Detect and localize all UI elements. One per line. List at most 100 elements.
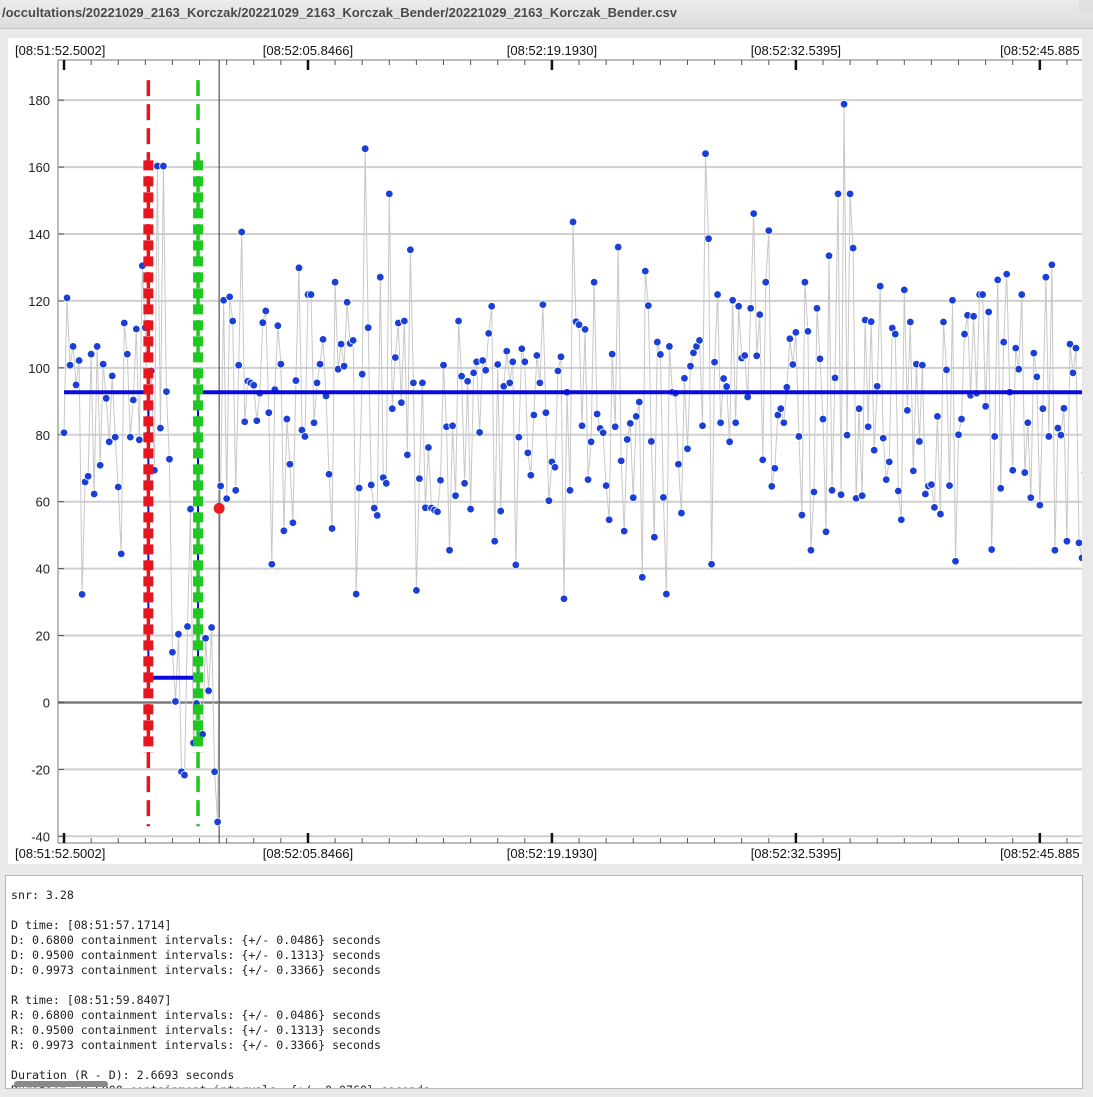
data-point — [373, 511, 382, 520]
horizontal-scrollbar[interactable] — [14, 1081, 108, 1087]
data-point — [613, 242, 623, 252]
data-point — [550, 463, 560, 472]
data-point — [821, 527, 831, 537]
data-point — [228, 316, 237, 326]
data-point — [580, 325, 590, 334]
data-point — [231, 486, 240, 495]
data-point — [68, 342, 78, 351]
data-point — [659, 493, 668, 502]
data-point — [526, 471, 536, 480]
data-point — [936, 509, 945, 519]
data-point — [939, 317, 948, 327]
data-point — [845, 189, 855, 199]
data-point — [761, 277, 770, 287]
data-point — [225, 292, 234, 302]
data-point — [701, 149, 710, 158]
x-tick-label-bottom: [08:52:05.8466] — [263, 846, 353, 861]
data-point — [617, 456, 626, 466]
data-point — [930, 503, 939, 512]
x-tick-label-bottom: [08:51:52.5002] — [15, 846, 105, 861]
data-point — [969, 312, 978, 321]
data-point — [273, 321, 283, 330]
data-point — [812, 304, 822, 313]
data-point — [168, 648, 177, 657]
data-point — [285, 460, 295, 469]
data-point — [454, 316, 463, 326]
data-point — [264, 408, 274, 417]
data-point — [412, 586, 421, 595]
report-line: D time: [08:51:57.1714] — [11, 918, 172, 932]
data-point — [1068, 368, 1078, 378]
data-point — [306, 290, 316, 299]
data-point — [653, 337, 662, 347]
data-point — [728, 296, 737, 305]
data-point — [1035, 500, 1045, 510]
data-point — [686, 361, 695, 371]
data-point — [1038, 404, 1048, 413]
data-point — [433, 507, 442, 516]
y-tick-label: 20 — [36, 629, 50, 644]
data-point — [361, 144, 370, 153]
data-point — [716, 418, 725, 427]
data-point — [1008, 466, 1017, 475]
data-point — [743, 392, 752, 402]
data-point — [854, 404, 864, 413]
data-point — [364, 323, 373, 332]
data-point — [848, 243, 858, 253]
data-point — [981, 402, 990, 411]
data-point — [126, 432, 135, 442]
data-point — [601, 481, 611, 490]
data-point — [767, 482, 776, 491]
data-point — [445, 546, 454, 555]
data-point — [180, 770, 189, 780]
data-point — [809, 487, 819, 497]
data-point — [511, 560, 520, 570]
y-tick-label: 100 — [28, 361, 50, 376]
data-point — [734, 302, 743, 311]
data-point — [704, 234, 713, 243]
data-point — [376, 272, 385, 282]
data-point — [900, 285, 909, 295]
data-point — [592, 409, 602, 419]
data-point — [909, 466, 918, 476]
data-point — [665, 342, 674, 351]
report-line: R: 0.9500 containment intervals: {+/- 0.… — [11, 1023, 381, 1037]
data-point — [906, 317, 915, 327]
data-point — [641, 266, 650, 276]
data-point — [186, 504, 195, 514]
data-point — [466, 504, 475, 514]
y-tick-label: -40 — [31, 829, 50, 844]
data-point — [505, 378, 514, 388]
data-point — [626, 419, 635, 428]
data-point — [951, 557, 960, 566]
data-point — [204, 686, 213, 695]
data-point — [740, 351, 749, 360]
y-tick-label: 80 — [36, 428, 50, 443]
data-point — [897, 515, 906, 524]
data-point — [132, 324, 141, 334]
data-point — [818, 414, 828, 424]
light-curve-chart[interactable]: -40 -20 0 20 40 60 80 100 120 140 160 180 [08:51:52.… — [8, 38, 1082, 864]
data-point — [695, 336, 704, 345]
data-point — [647, 437, 656, 446]
data-point — [632, 412, 641, 421]
data-point — [502, 346, 511, 356]
data-point — [568, 217, 578, 227]
light-curve-plot-panel[interactable]: -40 -20 0 20 40 60 80 100 120 140 160 180 [08:51:52.… — [8, 38, 1082, 864]
data-point — [162, 387, 171, 396]
results-text-panel[interactable]: snr: 3.28 D time: [08:51:57.1714] D: 0.6… — [5, 875, 1083, 1089]
data-point — [836, 490, 846, 499]
y-tick-label: 180 — [28, 93, 50, 108]
data-point — [493, 360, 502, 369]
data-point — [1026, 493, 1035, 502]
x-tick-label-top: [08:52:45.885 — [1000, 43, 1080, 58]
data-point — [135, 435, 144, 444]
data-point — [725, 437, 734, 446]
data-point — [406, 245, 415, 254]
data-point — [1080, 469, 1082, 476]
window-titlebar[interactable]: /occultations/20221029_2163_Korczak/2022… — [0, 0, 1093, 29]
data-point — [367, 480, 376, 490]
data-point — [288, 518, 298, 527]
data-point — [535, 378, 545, 388]
data-point — [620, 526, 629, 536]
